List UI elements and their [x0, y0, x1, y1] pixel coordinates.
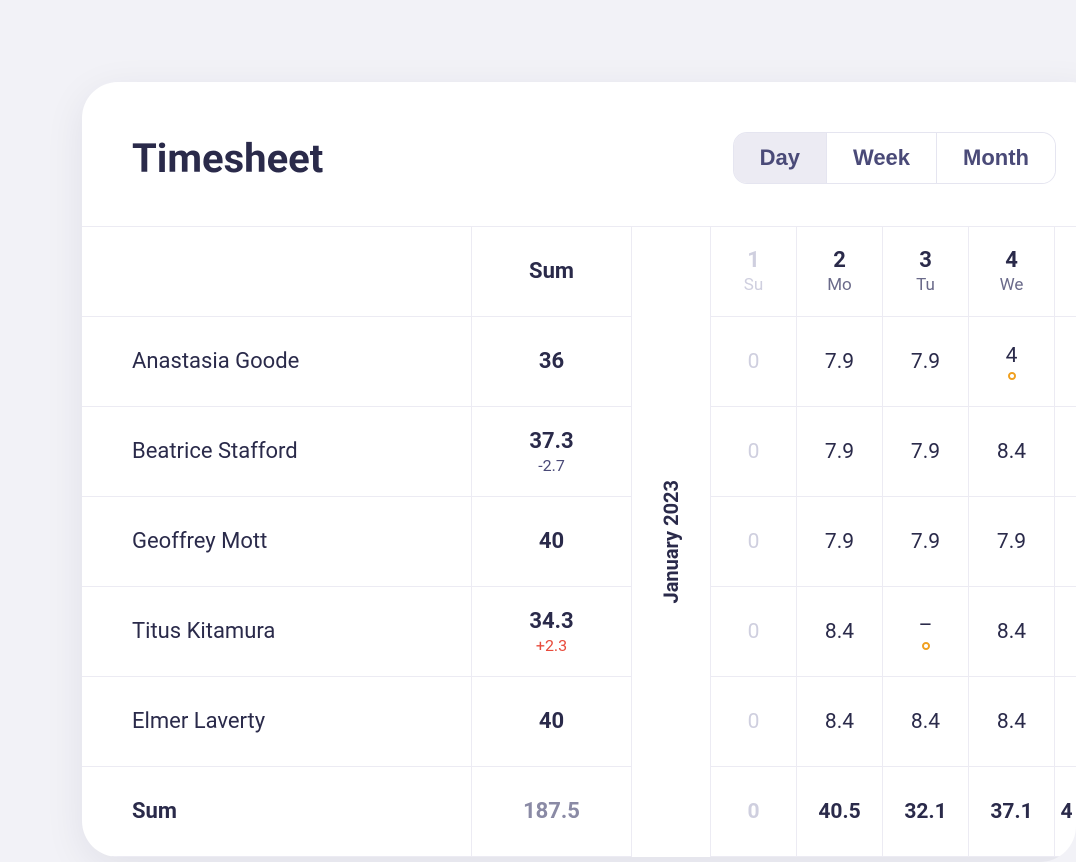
time-cell[interactable]: 8.4 [883, 677, 968, 767]
day-total-cell: 32.1 [883, 767, 968, 857]
time-cell[interactable]: 8.4 [969, 407, 1054, 497]
page-background: Timesheet Day Week Month Anastasia Goode… [0, 0, 1076, 862]
day-column: 2 Mo 7.9 7.9 7.9 8.4 8.4 40.5 [796, 226, 882, 857]
time-cell[interactable]: 8.4 [969, 677, 1054, 767]
day-total-cell: 37.1 [969, 767, 1054, 857]
day-total-cell: 0 [711, 767, 796, 857]
day-header-cell [1055, 227, 1076, 317]
time-cell[interactable]: 4 [969, 317, 1054, 407]
day-total-cell: 40.5 [797, 767, 882, 857]
view-switcher: Day Week Month [733, 132, 1056, 184]
time-cell[interactable]: – [883, 587, 968, 677]
time-cell [1055, 587, 1076, 677]
time-cell[interactable]: 0 [711, 587, 796, 677]
days-section: 1 Su 0 0 0 0 0 0 2 Mo 7.9 [710, 226, 1076, 857]
time-cell[interactable]: 7.9 [883, 497, 968, 587]
employee-name-cell[interactable]: Beatrice Stafford [82, 407, 471, 497]
delta-badge: +2.3 [536, 636, 567, 655]
time-cell [1055, 407, 1076, 497]
day-column-partial: 4 [1054, 226, 1076, 857]
indicator-icon [922, 642, 930, 650]
day-total-cell: 4 [1055, 767, 1076, 857]
page-title: Timesheet [132, 135, 323, 182]
employee-name-cell[interactable]: Geoffrey Mott [82, 497, 471, 587]
employee-sum-cell[interactable]: 34.3 +2.3 [472, 587, 631, 677]
day-header-cell[interactable]: 4 We [969, 227, 1054, 317]
timesheet-card: Timesheet Day Week Month Anastasia Goode… [82, 82, 1076, 857]
employee-name-cell[interactable]: Titus Kitamura [82, 587, 471, 677]
day-header-cell[interactable]: 1 Su [711, 227, 796, 317]
time-cell[interactable]: 8.4 [969, 587, 1054, 677]
employee-sum-cell[interactable]: 40 [472, 677, 631, 767]
day-column: 1 Su 0 0 0 0 0 0 [710, 226, 796, 857]
timesheet-table: Anastasia Goode Beatrice Stafford Geoffr… [82, 226, 1076, 857]
time-cell[interactable]: 0 [711, 677, 796, 767]
time-cell[interactable]: 0 [711, 497, 796, 587]
time-cell[interactable]: 0 [711, 407, 796, 497]
time-cell[interactable]: 7.9 [797, 317, 882, 407]
indicator-icon [1008, 372, 1016, 380]
time-cell [1055, 317, 1076, 407]
time-cell[interactable]: 7.9 [883, 407, 968, 497]
time-cell [1055, 677, 1076, 767]
sum-header-cell: Sum [472, 227, 631, 317]
time-cell[interactable]: 8.4 [797, 587, 882, 677]
time-cell [1055, 497, 1076, 587]
employee-sum-cell[interactable]: 36 [472, 317, 631, 407]
employee-sum-cell[interactable]: 40 [472, 497, 631, 587]
view-month-button[interactable]: Month [937, 133, 1055, 183]
time-cell[interactable]: 8.4 [797, 677, 882, 767]
month-column: January 2023 [632, 226, 710, 857]
name-header-cell [82, 227, 471, 317]
employee-name-cell[interactable]: Anastasia Goode [82, 317, 471, 407]
view-week-button[interactable]: Week [827, 133, 937, 183]
day-header-cell[interactable]: 2 Mo [797, 227, 882, 317]
employee-sum-cell[interactable]: 37.3 -2.7 [472, 407, 631, 497]
sum-row-label-cell: Sum [82, 767, 471, 857]
card-header: Timesheet Day Week Month [82, 132, 1076, 226]
day-column: 4 We 4 8.4 7.9 8.4 8.4 37.1 [968, 226, 1054, 857]
sum-column: Sum 36 37.3 -2.7 40 34.3 +2.3 40 187.5 [472, 226, 632, 857]
time-cell[interactable]: 7.9 [797, 407, 882, 497]
time-cell[interactable]: 7.9 [797, 497, 882, 587]
time-cell[interactable]: 7.9 [883, 317, 968, 407]
name-column: Anastasia Goode Beatrice Stafford Geoffr… [82, 226, 472, 857]
day-column: 3 Tu 7.9 7.9 7.9 – 8.4 32.1 [882, 226, 968, 857]
day-header-cell[interactable]: 3 Tu [883, 227, 968, 317]
time-cell[interactable]: 7.9 [969, 497, 1054, 587]
employee-name-cell[interactable]: Elmer Laverty [82, 677, 471, 767]
delta-badge: -2.7 [538, 456, 565, 475]
sum-total-cell: 187.5 [472, 767, 631, 857]
month-label: January 2023 [659, 480, 683, 603]
time-cell[interactable]: 0 [711, 317, 796, 407]
view-day-button[interactable]: Day [734, 133, 827, 183]
